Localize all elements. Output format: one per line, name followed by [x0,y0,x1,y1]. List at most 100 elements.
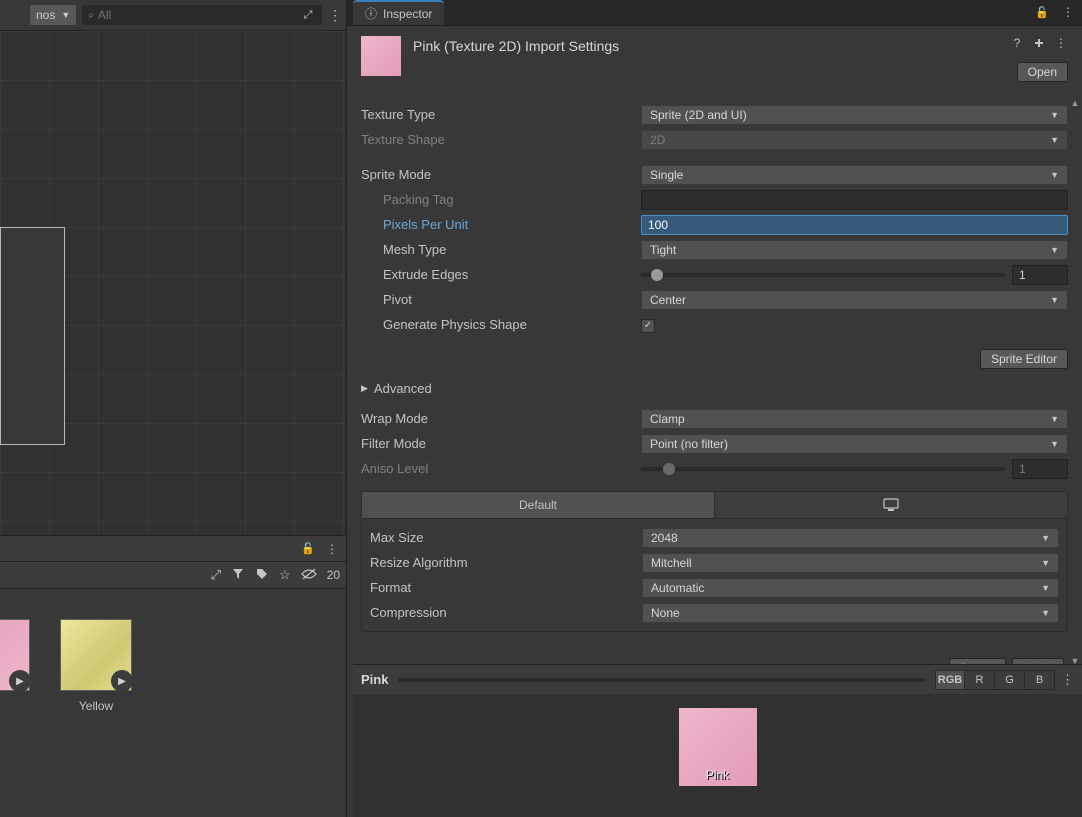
compression-dropdown[interactable]: None▼ [642,603,1059,623]
aniso-level-input [1012,459,1068,479]
texture-type-dropdown[interactable]: Sprite (2D and UI)▼ [641,105,1068,125]
field-label: Texture Shape [361,132,641,147]
asset-thumbnail: ▶ [60,619,132,691]
asset-header: Pink (Texture 2D) Import Settings ? ⋮ Op… [347,26,1082,84]
lock-open-icon[interactable]: 🔓 [300,541,316,557]
chevron-down-icon: ▼ [1041,608,1050,618]
texture-section: Texture Type Sprite (2D and UI)▼ Texture… [347,84,1082,343]
star-icon[interactable]: ☆ [279,567,291,583]
aniso-level-slider [641,467,1006,471]
scene-view[interactable] [0,31,346,535]
gizmos-dropdown[interactable]: nos ▼ [30,5,76,25]
expand-icon[interactable]: ⤢ [300,9,316,22]
preview-bar: Pink RGB R G B ⋮ [353,664,1082,694]
pivot-dropdown[interactable]: Center▼ [641,290,1068,310]
project-toolbar: ⤢ ☆ 20 [0,561,346,589]
chevron-down-icon: ▼ [1050,110,1059,120]
chevron-down-icon: ▼ [1050,135,1059,145]
field-label: Texture Type [361,107,641,122]
chevron-down-icon: ▼ [1041,583,1050,593]
kebab-menu-icon[interactable]: ⋮ [1054,36,1068,50]
format-dropdown[interactable]: Automatic▼ [642,578,1059,598]
field-label: Pivot [361,292,641,307]
platform-tab-standalone[interactable] [714,492,1067,518]
field-label: Pixels Per Unit [361,217,641,232]
kebab-menu-icon[interactable]: ⋮ [1061,672,1074,688]
channel-rgb-button[interactable]: RGB [935,670,965,690]
play-icon: ▶ [111,670,133,692]
asset-thumbnail: ▶ [0,619,30,691]
hidden-icon[interactable] [301,568,317,583]
asset-item[interactable]: ▶ [0,619,30,713]
generate-physics-checkbox[interactable]: ✓ [641,319,655,333]
filter-mode-dropdown[interactable]: Point (no filter)▼ [641,434,1068,454]
extrude-edges-slider[interactable] [641,273,1006,277]
kebab-menu-icon[interactable]: ⋮ [328,7,340,24]
scene-panel: nos ▼ ⌕ ⤢ ⋮ 🔓 ⋮ ⤢ ☆ 20 ▶ [0,0,346,817]
monitor-icon [882,498,900,512]
filter-icon[interactable] [231,567,245,584]
asset-item[interactable]: ▶ Yellow [60,619,132,713]
chevron-down-icon: ▼ [1041,558,1050,568]
field-label: Mesh Type [361,242,641,257]
field-label: Filter Mode [361,436,641,451]
resize-algorithm-dropdown[interactable]: Mitchell▼ [642,553,1059,573]
kebab-menu-icon[interactable]: ⋮ [1060,4,1076,20]
advanced-foldout[interactable]: ▶ Advanced [361,381,1068,396]
foldout-label: Advanced [374,381,432,396]
max-size-dropdown[interactable]: 2048▼ [642,528,1059,548]
scene-toolbar: nos ▼ ⌕ ⤢ ⋮ [0,0,346,31]
tag-icon[interactable] [255,567,269,584]
asset-thumbnail [361,36,401,76]
channel-r-button[interactable]: R [965,670,995,690]
preview-label: Pink [679,768,757,782]
hidden-count: 20 [327,568,340,582]
scroll-up-icon[interactable]: ▲ [1070,98,1080,108]
preset-icon[interactable] [1032,36,1046,50]
asset-label: Yellow [60,699,132,713]
preview-zoom-slider[interactable] [398,678,925,682]
preview-thumbnail: Pink [679,708,757,786]
packing-tag-input[interactable] [641,190,1068,210]
kebab-menu-icon[interactable]: ⋮ [324,541,340,557]
inspector-panel: ⓘ Inspector 🔓 ⋮ Pink (Texture 2D) Import… [346,0,1082,817]
field-label: Aniso Level [361,461,641,476]
channel-b-button[interactable]: B [1025,670,1055,690]
sprite-editor-button[interactable]: Sprite Editor [980,349,1068,369]
pixels-per-unit-input[interactable] [641,215,1068,235]
chevron-down-icon: ▼ [1050,170,1059,180]
open-button[interactable]: Open [1017,62,1068,82]
sprite-mode-dropdown[interactable]: Single▼ [641,165,1068,185]
tab-label: Inspector [383,7,432,21]
chevron-down-icon: ▼ [1050,439,1059,449]
search-input[interactable] [98,8,300,22]
channel-g-button[interactable]: G [995,670,1025,690]
channel-mode-buttons: RGB R G B [935,670,1055,690]
chevron-down-icon: ▼ [61,10,70,20]
scene-search[interactable]: ⌕ ⤢ [82,5,322,25]
lock-open-icon[interactable]: 🔓 [1034,4,1050,20]
tab-inspector[interactable]: ⓘ Inspector [353,0,444,25]
extrude-edges-input[interactable] [1012,265,1068,285]
selected-object-outline[interactable] [0,227,65,445]
play-icon: ▶ [9,670,31,692]
preview-name: Pink [361,672,388,687]
mesh-type-dropdown[interactable]: Tight▼ [641,240,1068,260]
wrap-mode-dropdown[interactable]: Clamp▼ [641,409,1068,429]
gizmos-label: nos [36,8,55,22]
help-icon[interactable]: ? [1010,36,1024,50]
project-header: 🔓 ⋮ [0,535,346,561]
chevron-down-icon: ▼ [1041,533,1050,543]
field-label: Wrap Mode [361,411,641,426]
info-icon: ⓘ [365,5,377,22]
platform-tab-default[interactable]: Default [362,492,714,518]
project-assets: ▶ ▶ Yellow [0,589,346,713]
field-label: Generate Physics Shape [361,317,641,332]
texture-shape-dropdown: 2D▼ [641,130,1068,150]
chevron-down-icon: ▼ [1050,245,1059,255]
search-icon: ⌕ [88,10,94,21]
chevron-right-icon: ▶ [361,383,368,394]
expand-icon[interactable]: ⤢ [211,567,221,583]
field-label: Compression [370,605,642,620]
field-label: Resize Algorithm [370,555,642,570]
